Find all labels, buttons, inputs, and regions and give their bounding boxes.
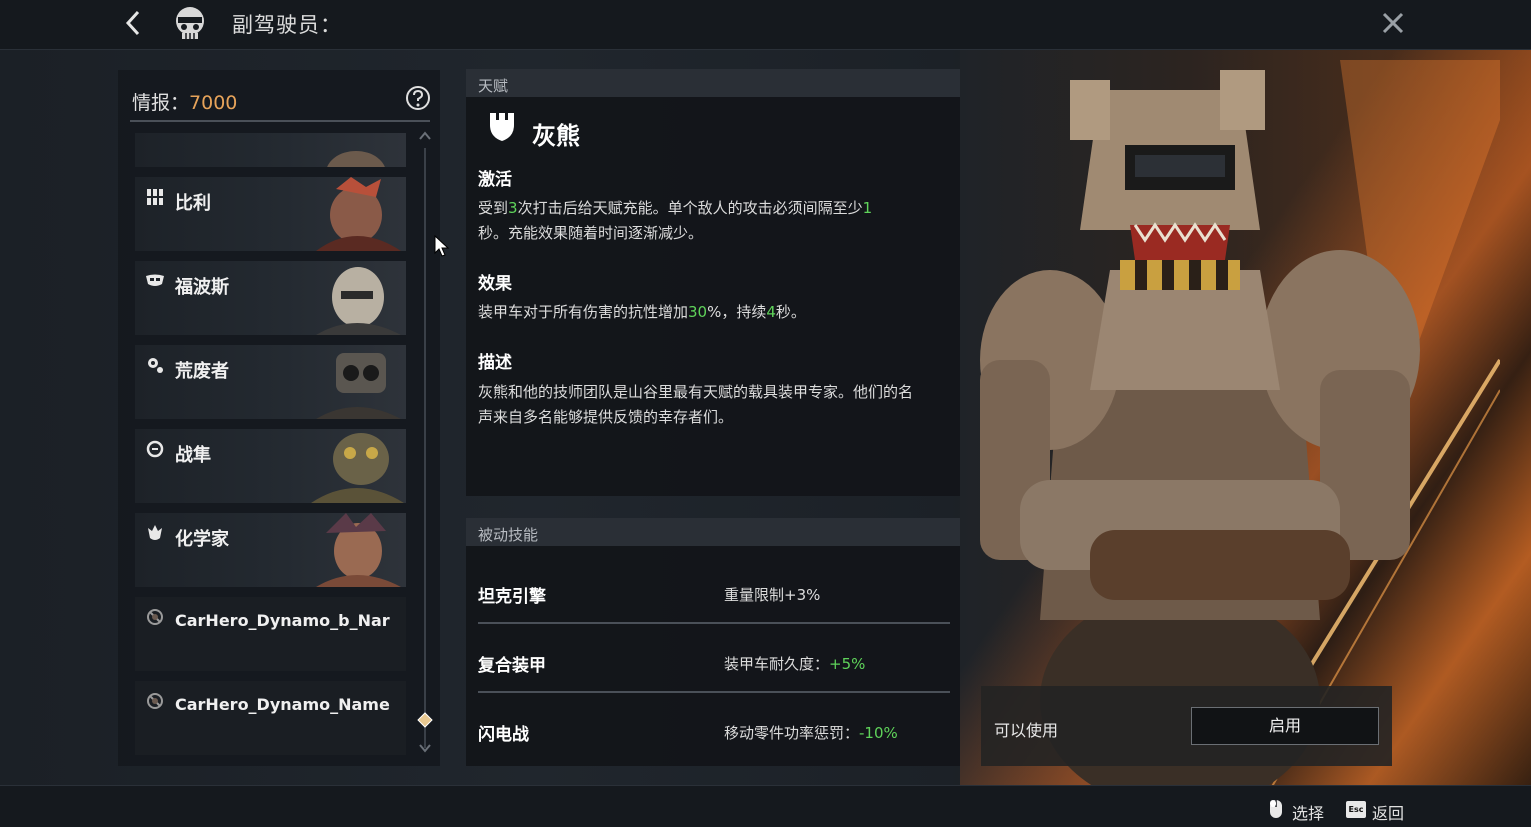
list-item-label: CarHero_Dynamo_b_Nar bbox=[175, 611, 390, 630]
locked-icon bbox=[147, 609, 163, 625]
highlight-number: 4 bbox=[766, 303, 776, 321]
top-bar: 副驾驶员： bbox=[0, 0, 1531, 50]
talent-header: 天赋 bbox=[466, 69, 960, 97]
passive-header: 被动技能 bbox=[466, 518, 960, 546]
mask-icon bbox=[146, 274, 164, 286]
list-item-label: 化学家 bbox=[175, 529, 229, 550]
passive-name: 复合装甲 bbox=[478, 656, 546, 676]
list-item[interactable]: 荒废者 bbox=[135, 345, 406, 419]
back-hint[interactable]: 返回 bbox=[1372, 800, 1404, 824]
text-span: 受到 bbox=[478, 199, 509, 217]
text-span: 次打击后给天赋充能。单个敌人的攻击必须间隔至少 bbox=[517, 199, 863, 217]
mouse-icon bbox=[1270, 800, 1282, 818]
list-item-label: 福波斯 bbox=[175, 277, 229, 298]
portrait-image bbox=[316, 177, 401, 251]
talent-panel: 天赋 灰熊 激活 受到3次打击后给天赋充能。单个敌人的攻击必须间隔至少1 秒。充能… bbox=[466, 69, 960, 496]
list-item[interactable]: CarHero_Dynamo_Name bbox=[135, 681, 406, 755]
availability-box: 可以使用 启用 bbox=[981, 686, 1392, 766]
select-hint[interactable]: 选择 bbox=[1292, 800, 1324, 824]
scrollbar[interactable] bbox=[424, 148, 426, 748]
portrait-image bbox=[316, 267, 401, 335]
value-number: +5% bbox=[829, 655, 866, 673]
text-span: %，持续 bbox=[707, 303, 767, 321]
text-span: 移动零件功率惩罚： bbox=[724, 724, 860, 742]
value-number: -10% bbox=[859, 724, 898, 742]
list-item-label: 战隼 bbox=[175, 445, 211, 466]
passive-row: 闪电战 移动零件功率惩罚：-10% bbox=[478, 694, 950, 762]
intel-label: 情报： bbox=[132, 92, 190, 114]
portrait-image bbox=[311, 433, 404, 503]
intel-counter: 情报：7000 bbox=[132, 88, 237, 115]
activation-text: 受到3次打击后给天赋充能。单个敌人的攻击必须间隔至少1 秒。充能效果随着时间逐渐减… bbox=[478, 196, 918, 246]
text-span: 装甲车耐久度： bbox=[724, 655, 830, 673]
close-button[interactable] bbox=[1378, 8, 1408, 38]
passive-name: 闪电战 bbox=[478, 725, 529, 745]
chevron-up-icon[interactable] bbox=[418, 130, 432, 142]
list-item-label: 比利 bbox=[175, 193, 211, 214]
effect-text: 装甲车对于所有伤害的抗性增加30%，持续4秒。 bbox=[478, 300, 918, 325]
text-span: 秒。 bbox=[775, 303, 806, 321]
esc-key-icon: Esc bbox=[1346, 801, 1366, 818]
passive-row: 复合装甲 装甲车耐久度：+5% bbox=[478, 625, 950, 693]
value-number: +3% bbox=[784, 586, 821, 604]
highlight-number: 3 bbox=[508, 199, 518, 217]
divider bbox=[478, 691, 950, 693]
skull-helmet-icon bbox=[176, 7, 204, 39]
highlight-number: 30 bbox=[688, 303, 708, 321]
close-icon bbox=[1382, 12, 1404, 34]
portrait-image bbox=[316, 353, 401, 419]
cycle-icon bbox=[146, 440, 164, 458]
description-text: 灰熊和他的技师团队是山谷里最有天赋的载具装甲专家。他们的名声来自多名能够提供反馈… bbox=[478, 383, 914, 426]
help-icon[interactable] bbox=[405, 85, 431, 111]
passive-value: 移动零件功率惩罚：-10% bbox=[724, 722, 898, 743]
chevron-left-icon bbox=[125, 10, 140, 36]
text-span: 秒。充能效果随着时间逐渐减少。 bbox=[478, 224, 704, 242]
copilot-list-panel: 情报：7000 比利 福波斯 荒废者 战隼 化学家 CarHero_Dynamo… bbox=[118, 70, 440, 766]
list-item-partial[interactable] bbox=[135, 133, 406, 167]
portrait-image bbox=[327, 151, 385, 167]
passive-value: 装甲车耐久度：+5% bbox=[724, 653, 865, 674]
activation-title: 激活 bbox=[478, 170, 512, 190]
gear-icon bbox=[148, 358, 163, 373]
list-item-label: CarHero_Dynamo_Name bbox=[175, 695, 390, 714]
enable-button[interactable]: 启用 bbox=[1191, 707, 1379, 745]
passive-value: 重量限制+3% bbox=[724, 584, 820, 605]
passive-name: 坦克引擎 bbox=[478, 587, 546, 607]
intel-value: 7000 bbox=[189, 92, 238, 114]
divider bbox=[478, 622, 950, 624]
back-button[interactable] bbox=[118, 6, 148, 40]
availability-status: 可以使用 bbox=[994, 721, 1059, 740]
portrait-image bbox=[316, 513, 401, 587]
description-title: 描述 bbox=[478, 353, 512, 373]
passive-row: 坦克引擎 重量限制+3% bbox=[478, 556, 950, 624]
list-item[interactable]: CarHero_Dynamo_b_Nar bbox=[135, 597, 406, 671]
locked-icon bbox=[147, 693, 163, 709]
talent-name: 灰熊 bbox=[532, 122, 580, 150]
passive-skills-panel: 被动技能 坦克引擎 重量限制+3% 复合装甲 装甲车耐久度：+5% 闪电战 移动… bbox=[466, 518, 960, 766]
divider bbox=[130, 120, 430, 122]
grid-icon bbox=[147, 189, 163, 205]
bottom-bar: 选择 Esc 返回 bbox=[0, 785, 1531, 827]
list-item-label: 荒废者 bbox=[175, 361, 229, 382]
list-item[interactable]: 福波斯 bbox=[135, 261, 406, 335]
list-item[interactable]: 化学家 bbox=[135, 513, 406, 587]
highlight-number: 1 bbox=[862, 199, 873, 217]
effect-title: 效果 bbox=[478, 274, 512, 294]
page-title: 副驾驶员： bbox=[232, 13, 342, 37]
shield-icon bbox=[490, 113, 514, 141]
text-span: 重量限制 bbox=[724, 586, 785, 604]
scroll-thumb[interactable] bbox=[417, 712, 433, 728]
flame-icon bbox=[148, 525, 162, 540]
text-span: 装甲车对于所有伤害的抗性增加 bbox=[478, 303, 689, 321]
mouse-cursor-icon bbox=[434, 235, 450, 257]
chevron-down-icon[interactable] bbox=[418, 742, 432, 754]
list-item[interactable]: 战隼 bbox=[135, 429, 406, 503]
list-item[interactable]: 比利 bbox=[135, 177, 406, 251]
